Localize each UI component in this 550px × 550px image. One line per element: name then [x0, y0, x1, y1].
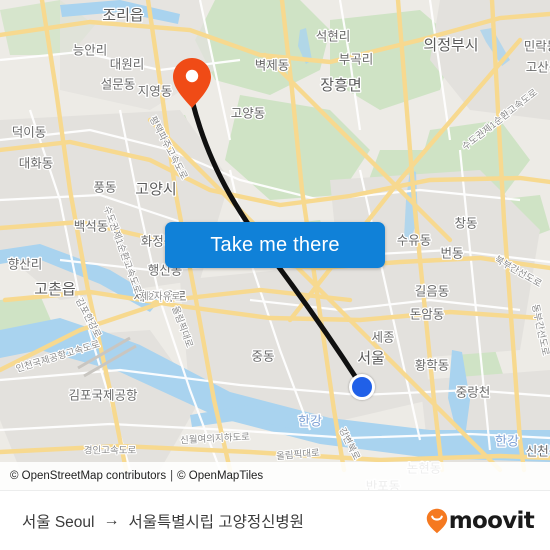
map-place-label: 세종 — [371, 330, 394, 344]
map-place-label: 능안리 — [73, 43, 108, 57]
map-place-label: 대원리 — [110, 57, 145, 71]
attribution-separator: | — [170, 470, 174, 482]
map-place-label: 황학동 — [415, 358, 450, 372]
route-origin-label: 서울 Seoul — [22, 513, 95, 531]
map-place-label: 조리읍 — [102, 7, 143, 24]
map-place-label: 서울 — [357, 350, 385, 367]
map-road-label: 제2자유로 — [140, 292, 181, 303]
destination-dot-icon[interactable] — [349, 374, 375, 400]
arrow-right-icon: → — [103, 511, 120, 529]
map-place-label: 한강 — [495, 433, 519, 448]
map-place-label: 고양동 — [231, 106, 266, 120]
map-place-label: 민락동 — [524, 39, 550, 53]
take-me-there-button[interactable]: Take me there — [165, 222, 385, 268]
map-place-label: 김포국제공항 — [68, 388, 138, 402]
map-place-label: 석현리 — [316, 29, 351, 43]
map-place-label: 풍동 — [93, 180, 116, 194]
map-place-label: 번동 — [440, 246, 463, 260]
route-summary: 서울 Seoul → 서울특별시립 고양정신병원 — [22, 510, 418, 532]
moovit-pin-icon — [426, 508, 447, 533]
map-place-label: 덕이동 — [12, 125, 47, 139]
map-place-label: 부곡리 — [339, 52, 374, 66]
map-canvas[interactable]: 조리읍능안리대원리설문동지영동고양동 벽제동 석현리부곡리장흥면 의정부시 민락동고산동… — [0, 0, 550, 490]
map-place-label: 신천동 — [526, 443, 550, 458]
map-place-label: 백석동 — [74, 219, 109, 233]
map-place-label: 돈암동 — [410, 307, 445, 321]
map-place-label: 장흥면 — [320, 76, 361, 94]
map-place-label: 고양시 — [135, 181, 176, 198]
map-road-label: 경인고속도로 — [84, 445, 137, 457]
moovit-map-card: 조리읍능안리대원리설문동지영동고양동 벽제동 석현리부곡리장흥면 의정부시 민락동고산동… — [0, 0, 550, 550]
map-place-label: 향산리 — [8, 257, 43, 271]
route-destination-label: 서울특별시립 고양정신병원 — [128, 513, 304, 531]
moovit-wordmark: moovit — [448, 507, 535, 534]
map-place-label: 고산동 — [526, 60, 550, 74]
moovit-logo[interactable]: moovit — [426, 507, 535, 534]
map-place-label: 의정부시 — [423, 37, 478, 54]
map-place-label: 중동 — [251, 349, 274, 363]
attribution-openmaptiles[interactable]: © OpenMapTiles — [177, 470, 263, 482]
map-place-label: 길음동 — [415, 284, 450, 298]
map-place-label: 수유동 — [397, 233, 432, 247]
map-place-label: 창동 — [454, 216, 477, 230]
map-place-label: 설문동 — [101, 77, 136, 91]
map-place-label: 한강 — [298, 413, 322, 428]
map-place-label: 중랑천 — [456, 384, 491, 399]
map-attribution: © OpenStreetMap contributors | © OpenMap… — [0, 462, 550, 490]
map-place-label: 지영동 — [138, 84, 173, 98]
attribution-osm[interactable]: © OpenStreetMap contributors — [10, 470, 166, 482]
map-place-label: 대화동 — [19, 156, 54, 170]
footer-bar: 서울 Seoul → 서울특별시립 고양정신병원 moovit — [0, 490, 550, 550]
origin-pin-icon[interactable] — [172, 57, 212, 109]
map-place-label: 벽제동 — [255, 58, 290, 72]
map-place-label: 고촌읍 — [34, 281, 75, 298]
